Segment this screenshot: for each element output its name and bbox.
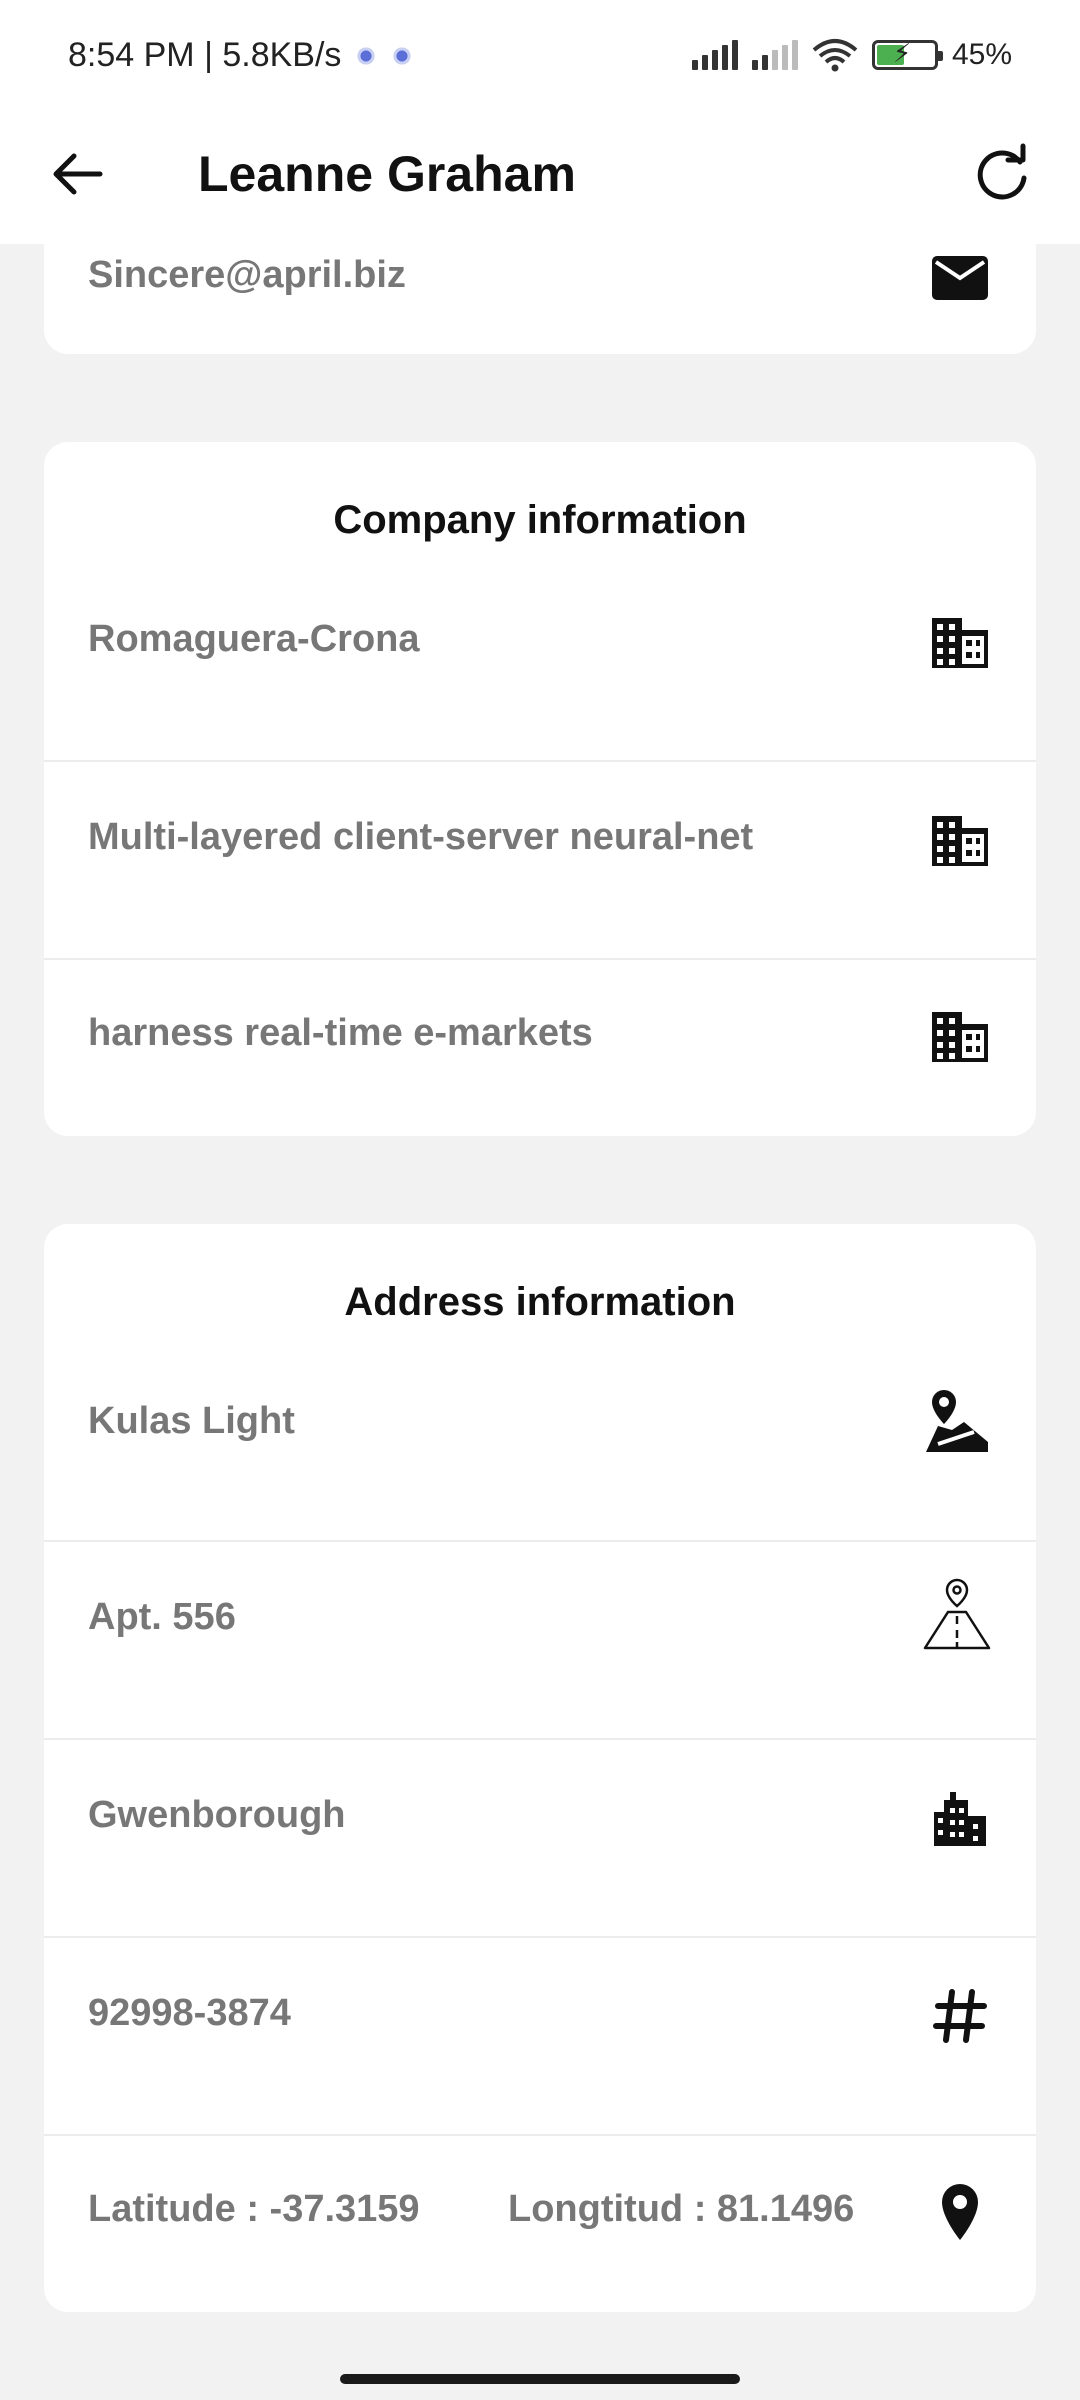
address-street: Kulas Light (88, 1400, 295, 1442)
list-item-company-name[interactable]: Romaguera-Crona (44, 582, 1036, 702)
status-left: 8:54 PM | 5.8KB/s (68, 36, 414, 75)
refresh-icon[interactable] (968, 140, 1036, 208)
company-name: Romaguera-Crona (88, 618, 420, 660)
battery-percent: 45% (951, 38, 1012, 71)
signal-icon (691, 40, 738, 70)
geo-longitude: Longtitud : 81.1496 (508, 2188, 855, 2230)
address-suite: Apt. 556 (88, 1596, 236, 1638)
company-card: Company information Romaguera-Crona Mult… (44, 442, 1036, 1136)
address-city: Gwenborough (88, 1794, 346, 1836)
company-section-title: Company information (333, 498, 747, 542)
company-catch-phrase: Multi-layered client-server neural-net (88, 816, 754, 858)
address-card: Address information Kulas Light Apt. 556 (44, 1224, 1036, 2312)
signal-icon (751, 40, 798, 70)
notification-icon (355, 44, 378, 67)
business-icon (932, 1012, 988, 1062)
home-indicator[interactable] (340, 2374, 740, 2384)
arrow-back-icon[interactable] (44, 140, 112, 208)
list-item-zipcode[interactable]: 92998-3874 (44, 1938, 1036, 2134)
business-icon (932, 618, 988, 668)
battery-icon: ⚡ (871, 38, 943, 70)
status-right: ⚡ 45% (691, 38, 1012, 72)
mail-icon (932, 256, 988, 300)
email-value: Sincere@april.biz (88, 254, 406, 296)
charging-icon: ⚡ (892, 38, 912, 68)
list-item-city[interactable]: Gwenborough (44, 1740, 1036, 1936)
company-bs: harness real-time e-markets (88, 1012, 593, 1054)
notification-icon (391, 44, 414, 67)
list-item-suite[interactable]: Apt. 556 (44, 1542, 1036, 1738)
address-zipcode: 92998-3874 (88, 1992, 291, 2034)
city-icon (934, 1792, 986, 1846)
address-section-title: Address information (344, 1280, 736, 1324)
status-time-speed: 8:54 PM | 5.8KB/s (68, 36, 342, 74)
list-item-catch-phrase[interactable]: Multi-layered client-server neural-net (44, 762, 1036, 958)
app-bar: Leanne Graham (0, 120, 1080, 244)
list-item-bs[interactable]: harness real-time e-markets (44, 960, 1036, 1136)
page-title: Leanne Graham (198, 146, 576, 202)
map-icon (926, 1390, 988, 1452)
screen: 8:54 PM | 5.8KB/s ⚡ 45% Leanne Graham Si… (0, 0, 1080, 2400)
location-pin-icon (942, 2184, 978, 2240)
status-bar: 8:54 PM | 5.8KB/s ⚡ 45% (0, 0, 1080, 120)
road-icon (923, 1578, 991, 1650)
list-item-geo[interactable]: Latitude : -37.3159 Longtitud : 81.1496 (44, 2136, 1036, 2312)
hash-icon (933, 1989, 987, 2043)
wifi-icon (812, 39, 858, 72)
business-icon (932, 816, 988, 866)
list-item-street[interactable]: Kulas Light (44, 1364, 1036, 1484)
geo-latitude: Latitude : -37.3159 (88, 2188, 420, 2230)
